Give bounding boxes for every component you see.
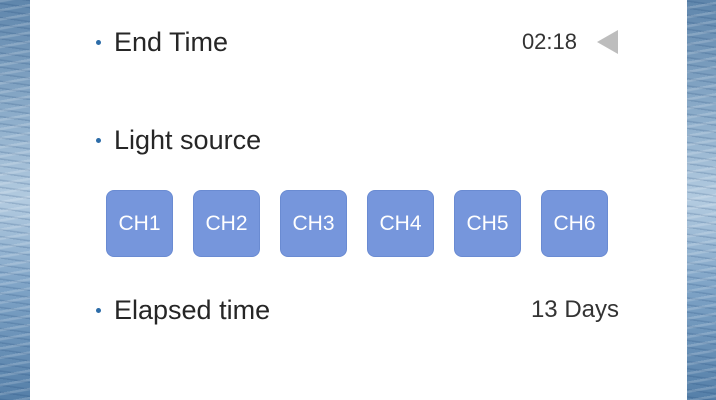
channel-button-ch3[interactable]: CH3 [280,190,347,257]
end-time-row[interactable]: End Time 02:18 [30,20,687,64]
channel-button-ch5[interactable]: CH5 [454,190,521,257]
channel-button-ch1[interactable]: CH1 [106,190,173,257]
light-source-row: Light source [30,118,687,162]
end-time-label: End Time [114,26,229,57]
bullet-icon [96,137,101,143]
end-time-value: 02:18 [521,29,577,54]
channel-button-group: CH1 CH2 CH3 CH4 CH5 CH6 [106,190,608,257]
light-source-label: Light source [114,124,262,155]
elapsed-time-row: Elapsed time 13 Days [30,288,687,332]
channel-button-ch4[interactable]: CH4 [367,190,434,257]
elapsed-time-value: 13 Days [530,296,619,323]
elapsed-time-label: Elapsed time [114,294,271,325]
bullet-icon [96,39,101,45]
channel-button-ch6[interactable]: CH6 [541,190,608,257]
triangle-left-icon[interactable] [595,29,621,55]
settings-card: End Time 02:18 Light source CH1 CH2 CH3 … [30,0,687,400]
bullet-icon [96,307,101,313]
channel-button-ch2[interactable]: CH2 [193,190,260,257]
